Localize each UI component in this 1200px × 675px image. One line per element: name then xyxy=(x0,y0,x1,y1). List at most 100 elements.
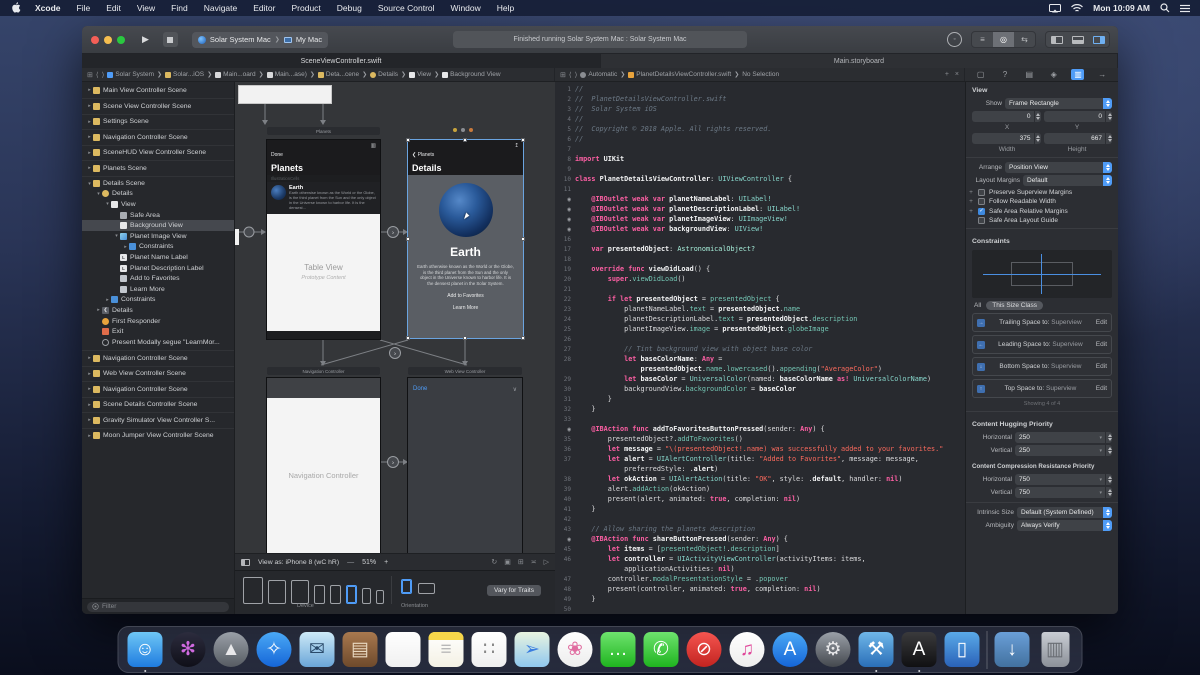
device-option[interactable] xyxy=(330,585,341,604)
outline-row[interactable]: Background View xyxy=(82,220,234,231)
forward-button[interactable]: ⟩ xyxy=(575,71,578,79)
outline-row[interactable]: ▸Settings Scene xyxy=(82,114,234,127)
add-to-favorites-button[interactable]: Add to Favorites xyxy=(408,293,523,299)
menu-item-xcode[interactable]: Xcode xyxy=(27,0,69,16)
breadcrumb-item[interactable]: PlanetDetailsViewController.swift xyxy=(628,71,731,78)
pin-button[interactable]: ≍ xyxy=(531,558,537,566)
outline-row[interactable]: LPlanet Description Label xyxy=(82,263,234,274)
related-items-icon[interactable]: ⊞ xyxy=(560,71,566,79)
portrait-option[interactable] xyxy=(401,579,412,594)
disclosure-triangle[interactable]: ▸ xyxy=(104,297,111,303)
assistant-editor-button[interactable]: ◎ xyxy=(993,32,1014,47)
menu-item-find[interactable]: Find xyxy=(163,0,196,16)
ambiguity-dropdown[interactable]: Always Verify xyxy=(1017,520,1112,531)
add-assistant-editor-button[interactable]: + xyxy=(945,71,949,78)
menu-item-help[interactable]: Help xyxy=(489,0,522,16)
spotlight-search-icon[interactable] xyxy=(1160,3,1170,13)
resize-handle[interactable] xyxy=(521,336,525,340)
disclosure-triangle[interactable]: ▸ xyxy=(86,150,93,156)
breadcrumb-item[interactable]: Deta...cene xyxy=(318,71,359,78)
back-button[interactable]: ⟨ xyxy=(96,71,99,79)
dock-reminders-icon[interactable]: ∷ xyxy=(471,631,508,668)
dock-instruments-icon[interactable]: A xyxy=(901,631,938,668)
breadcrumb-item[interactable]: View xyxy=(409,71,431,78)
toggle-inspectors-button[interactable] xyxy=(1088,32,1109,47)
offscreen-view-controller[interactable] xyxy=(238,85,332,104)
apple-menu-icon[interactable] xyxy=(0,2,27,15)
disclosure-triangle[interactable]: ▾ xyxy=(104,201,111,207)
outline-row[interactable]: Safe Area xyxy=(82,210,234,221)
resize-handle[interactable] xyxy=(406,237,410,241)
standard-editor-button[interactable]: ≡ xyxy=(972,32,993,47)
outline-row[interactable]: Exit xyxy=(82,326,234,337)
constraint-row[interactable]: ←Leading Space to: SuperviewEdit xyxy=(972,335,1112,354)
web-view-controller[interactable]: Done ∨ xyxy=(408,378,522,553)
menu-item-navigate[interactable]: Navigate xyxy=(196,0,246,16)
dock-simulator-icon[interactable]: ▯ xyxy=(944,631,981,668)
stepper-icon[interactable] xyxy=(1034,133,1041,144)
dock-launchpad-icon[interactable]: ▲ xyxy=(213,631,250,668)
run-button[interactable]: ▶ xyxy=(142,34,149,45)
embed-button[interactable]: ▣ xyxy=(504,558,511,566)
constraint-row[interactable]: ↓Bottom Space to: SuperviewEdit xyxy=(972,357,1112,376)
quick-help-inspector-tab[interactable]: ? xyxy=(998,69,1011,80)
details-view-controller[interactable]: ❮ Planets ↥ Details Earth Earth otherwis… xyxy=(408,140,523,338)
menu-item-edit[interactable]: Edit xyxy=(98,0,129,16)
stepper-icon[interactable] xyxy=(1105,474,1112,485)
outline-row[interactable]: LPlanet Name Label xyxy=(82,252,234,263)
dock-contacts-icon[interactable]: ▤ xyxy=(342,631,379,668)
attributes-inspector-tab[interactable]: ◈ xyxy=(1047,69,1060,80)
dock-safari-icon[interactable]: ✧ xyxy=(256,631,293,668)
dock-app-store-icon[interactable]: A xyxy=(772,631,809,668)
breadcrumb-item[interactable]: Solar System xyxy=(107,71,154,78)
constraint-row[interactable]: ↑Top Space to: SuperviewEdit xyxy=(972,379,1112,398)
outline-row[interactable]: ▸Navigation Controller Scene xyxy=(82,381,234,394)
disclosure-triangle[interactable]: ▸ xyxy=(86,433,93,439)
device-option[interactable] xyxy=(291,580,309,604)
disclosure-triangle[interactable]: ▸ xyxy=(86,165,93,171)
outline-row[interactable]: ▸Gravity Simulator View Controller S... xyxy=(82,412,234,425)
navigation-controller[interactable]: Navigation Controller xyxy=(267,378,380,553)
navigation-controller-label[interactable]: Navigation Controller xyxy=(267,367,380,375)
landscape-option[interactable] xyxy=(418,583,435,594)
outline-row[interactable]: ▸Scene View Controller Scene xyxy=(82,98,234,111)
dock-facetime-icon[interactable]: ✆ xyxy=(643,631,680,668)
outline-row[interactable]: ▸Constraints xyxy=(82,295,234,306)
stepper-icon[interactable] xyxy=(1105,487,1112,498)
web-view-controller-label[interactable]: Web View Controller xyxy=(408,367,522,375)
breadcrumb-item[interactable]: Main...oard xyxy=(215,71,256,78)
device-option[interactable] xyxy=(376,590,384,604)
checkbox[interactable] xyxy=(978,217,985,224)
planet-image-view[interactable] xyxy=(439,183,493,237)
close-window-button[interactable] xyxy=(91,36,99,44)
stepper-icon[interactable] xyxy=(1105,432,1112,443)
update-frames-button[interactable]: ↻ xyxy=(491,558,497,566)
related-items-icon[interactable]: ⊞ xyxy=(87,71,93,79)
storyboard-canvas[interactable]: ››› Planets Done ▥ Planets IllustrationC… xyxy=(235,82,555,614)
source-editor[interactable]: 1//2// PlanetDetailsViewController.swift… xyxy=(555,82,965,614)
zoom-level[interactable]: 51% xyxy=(362,559,376,566)
width-field[interactable]: 375 xyxy=(972,133,1041,144)
disclosure-triangle[interactable]: ▸ xyxy=(122,244,129,250)
disclosure-triangle[interactable]: ▸ xyxy=(86,134,93,140)
disclosure-triangle[interactable]: ▸ xyxy=(86,119,93,125)
menu-item-view[interactable]: View xyxy=(129,0,163,16)
disclosure-triangle[interactable]: ▸ xyxy=(95,307,102,313)
show-dropdown[interactable]: Frame Rectangle xyxy=(1005,98,1112,109)
resize-handle[interactable] xyxy=(406,336,410,340)
dock-messages-icon[interactable]: … xyxy=(600,631,637,668)
disclosure-triangle[interactable]: ▾ xyxy=(86,181,93,187)
outline-row[interactable]: ▸SceneHUD View Controller Scene xyxy=(82,145,234,158)
dock-finder-icon[interactable]: ☺ xyxy=(127,631,164,668)
device-option[interactable] xyxy=(314,585,325,604)
outline-row[interactable]: ▸Navigation Controller Scene xyxy=(82,129,234,142)
breadcrumb-item[interactable]: No Selection xyxy=(742,71,779,78)
filter-input[interactable]: Filter xyxy=(87,602,229,612)
outline-row[interactable]: ▾Details xyxy=(82,189,234,200)
outline-row[interactable]: ▸Constraints xyxy=(82,242,234,253)
back-button[interactable]: ⟨ xyxy=(569,71,572,79)
size-inspector-tab[interactable]: ▥ xyxy=(1071,69,1084,80)
zoom-in-button[interactable]: + xyxy=(384,559,388,566)
connections-inspector-tab[interactable]: → xyxy=(1096,69,1109,80)
breadcrumb-item[interactable]: Automatic xyxy=(580,71,617,78)
